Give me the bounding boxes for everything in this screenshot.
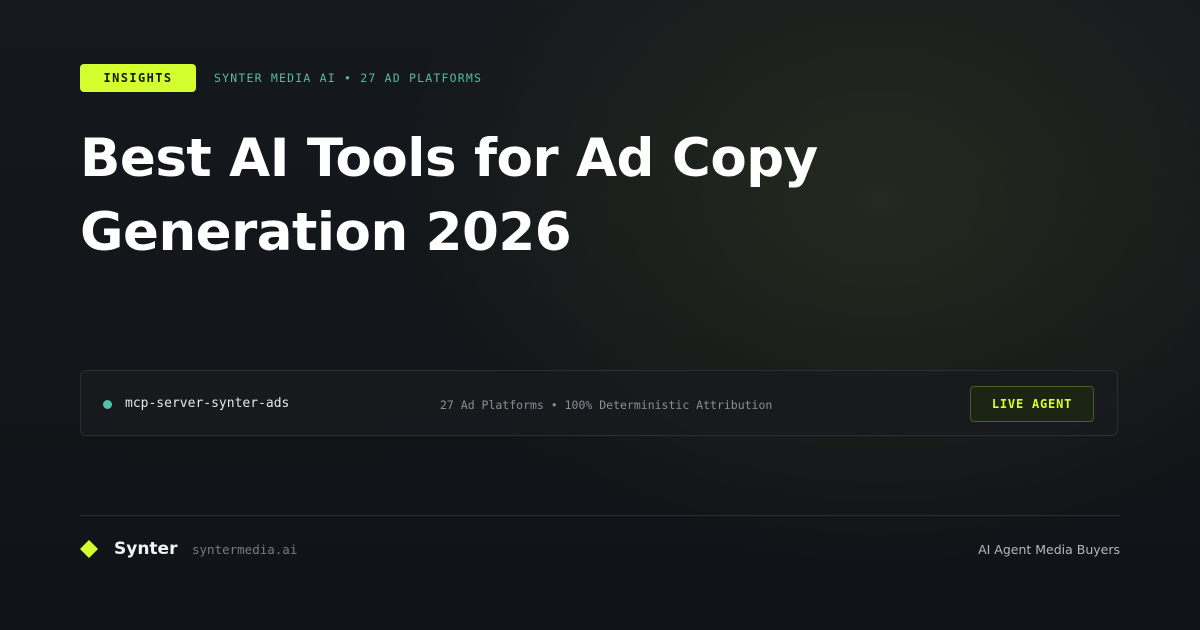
insights-badge: INSIGHTS	[80, 64, 196, 92]
header-row: INSIGHTS SYNTER MEDIA AI • 27 AD PLATFOR…	[80, 64, 482, 92]
live-agent-button[interactable]: LIVE AGENT	[970, 386, 1094, 422]
brand-name: Synter	[114, 539, 178, 559]
page-title: Best AI Tools for Ad Copy Generation 202…	[80, 122, 1080, 270]
agent-name: mcp-server-synter-ads	[125, 396, 290, 411]
diamond-logo-icon	[80, 540, 98, 558]
footer-tagline: AI Agent Media Buyers	[978, 542, 1120, 557]
agent-card: mcp-server-synter-ads 27 Ad Platforms • …	[80, 370, 1118, 436]
title-line-2: Generation 2026	[80, 202, 572, 263]
og-card: INSIGHTS SYNTER MEDIA AI • 27 AD PLATFOR…	[0, 0, 1200, 630]
title-line-1: Best AI Tools for Ad Copy	[80, 128, 818, 189]
brand-domain: syntermedia.ai	[192, 542, 298, 557]
agent-meta: 27 Ad Platforms • 100% Deterministic Att…	[440, 398, 773, 412]
footer-divider	[80, 515, 1120, 516]
header-meta: SYNTER MEDIA AI • 27 AD PLATFORMS	[214, 71, 483, 85]
status-dot-icon	[103, 400, 112, 409]
